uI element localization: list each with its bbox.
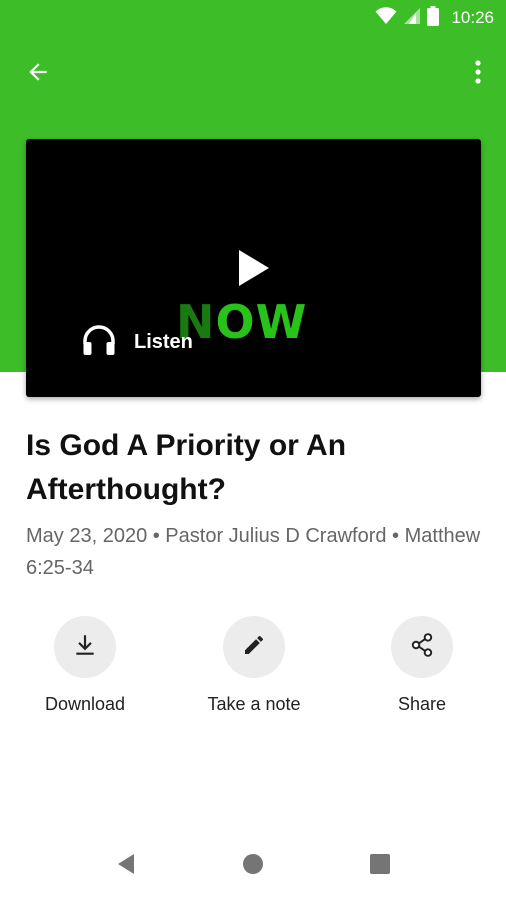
take-note-label: Take a note [207,694,301,714]
action-row: Download Take a note Share [0,616,506,726]
play-icon [237,249,271,292]
system-back-button[interactable] [106,846,146,886]
download-button[interactable]: Download [10,616,160,715]
sermon-meta: May 23, 2020 • Pastor Julius D Crawford … [26,525,481,579]
download-circle[interactable] [54,616,116,678]
take-note-button[interactable]: Take a note [179,616,329,715]
listen-label: Listen [134,330,193,353]
listen-button[interactable]: Listen [82,322,193,362]
pencil-icon [242,633,266,662]
share-circle[interactable] [391,616,453,678]
app-bar [0,40,506,108]
back-triangle-icon [116,853,136,880]
arrow-back-icon [25,59,51,90]
battery-icon [427,5,440,31]
more-vert-icon [474,59,482,90]
share-icon [409,632,435,663]
take-note-circle[interactable] [223,616,285,678]
status-time: 10:26 [451,8,494,27]
status-bar: 10:26 [0,0,506,36]
share-button[interactable]: Share [347,616,497,715]
system-recents-button[interactable] [360,846,400,886]
play-button[interactable] [228,248,280,292]
sermon-title: Is God A Priority or An Afterthought? [26,429,347,506]
home-circle-icon [242,853,264,880]
back-button[interactable] [14,50,62,98]
system-home-button[interactable] [233,846,273,886]
download-label: Download [44,694,126,714]
download-icon [72,632,98,663]
recents-square-icon [370,853,390,879]
share-label: Share [397,694,447,714]
wifi-icon [375,6,397,30]
more-options-button[interactable] [458,50,498,98]
status-icons: 10:26 [375,5,494,31]
cellular-signal-icon [403,7,421,30]
system-nav-bar [0,836,506,896]
now-logo: NOW [176,295,308,349]
headphones-icon [82,324,116,361]
